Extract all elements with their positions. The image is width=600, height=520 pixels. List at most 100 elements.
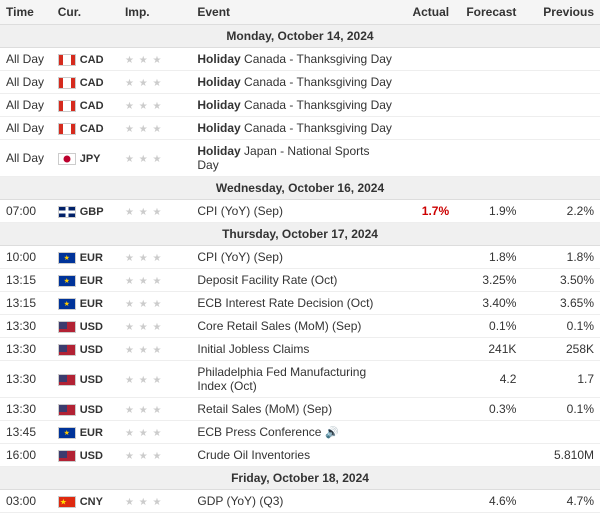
cell-currency: USD bbox=[52, 398, 119, 421]
cell-currency: GBP bbox=[52, 200, 119, 223]
cell-previous bbox=[522, 94, 600, 117]
cell-actual bbox=[398, 48, 455, 71]
section-header-row: Monday, October 14, 2024 bbox=[0, 25, 600, 48]
event-detail: Canada - Thanksgiving Day bbox=[244, 121, 392, 135]
gb-flag-icon bbox=[58, 206, 76, 218]
cell-currency: CAD bbox=[52, 71, 119, 94]
event-name: CPI (YoY) (Sep) bbox=[197, 204, 283, 218]
cell-actual bbox=[398, 71, 455, 94]
event-name: Holiday bbox=[197, 144, 240, 158]
us-flag-icon bbox=[58, 321, 76, 333]
cell-time: All Day bbox=[0, 94, 52, 117]
cell-forecast: 4.2 bbox=[455, 361, 522, 398]
cell-importance: ★ ★ ★ bbox=[119, 117, 191, 140]
cell-forecast bbox=[455, 48, 522, 71]
cell-currency: EUR bbox=[52, 269, 119, 292]
cell-time: 10:00 bbox=[0, 246, 52, 269]
cell-actual bbox=[398, 444, 455, 467]
cell-actual bbox=[398, 140, 455, 177]
cell-importance: ★ ★ ★ bbox=[119, 315, 191, 338]
cell-currency: EUR bbox=[52, 292, 119, 315]
cell-currency: CAD bbox=[52, 94, 119, 117]
cell-currency: JPY bbox=[52, 140, 119, 177]
table-row: 13:30USD★ ★ ★Initial Jobless Claims241K2… bbox=[0, 338, 600, 361]
eu-flag-icon bbox=[58, 298, 76, 310]
event-name: Philadelphia Fed Manufacturing Index (Oc… bbox=[197, 365, 366, 393]
cell-previous: 1.7 bbox=[522, 361, 600, 398]
cell-actual: 1.7% bbox=[398, 200, 455, 223]
cell-forecast: 0.3% bbox=[455, 398, 522, 421]
cell-currency: CAD bbox=[52, 117, 119, 140]
ca-flag-icon bbox=[58, 54, 76, 66]
cell-forecast bbox=[455, 140, 522, 177]
cell-time: 13:30 bbox=[0, 315, 52, 338]
importance-stars: ★ ★ ★ bbox=[125, 428, 162, 439]
cell-previous: 1.8% bbox=[522, 246, 600, 269]
cell-forecast bbox=[455, 71, 522, 94]
ca-flag-icon bbox=[58, 123, 76, 135]
currency-code: EUR bbox=[80, 427, 103, 439]
cell-event: Crude Oil Inventories bbox=[191, 444, 398, 467]
cell-time: 03:00 bbox=[0, 490, 52, 513]
cell-forecast: 3.25% bbox=[455, 269, 522, 292]
cell-time: 13:30 bbox=[0, 338, 52, 361]
section-header-row: Friday, October 18, 2024 bbox=[0, 467, 600, 490]
header-event: Event bbox=[191, 0, 398, 25]
cell-importance: ★ ★ ★ bbox=[119, 71, 191, 94]
cell-event: CPI (YoY) (Sep) bbox=[191, 246, 398, 269]
table-row: All DayCAD★ ★ ★Holiday Canada - Thanksgi… bbox=[0, 117, 600, 140]
cell-time: 13:45 bbox=[0, 421, 52, 444]
us-flag-icon bbox=[58, 404, 76, 416]
cell-event: ECB Press Conference🔊 bbox=[191, 421, 398, 444]
event-detail: Canada - Thanksgiving Day bbox=[244, 52, 392, 66]
currency-code: JPY bbox=[80, 153, 101, 165]
importance-stars: ★ ★ ★ bbox=[125, 299, 162, 310]
header-currency: Cur. bbox=[52, 0, 119, 25]
event-name: ECB Interest Rate Decision (Oct) bbox=[197, 296, 373, 310]
cell-importance: ★ ★ ★ bbox=[119, 269, 191, 292]
cell-event: Deposit Facility Rate (Oct) bbox=[191, 269, 398, 292]
cell-forecast: 4.6% bbox=[455, 490, 522, 513]
table-row: 13:45 EUR ★ ★ ★ ECB Press Conference🔊 bbox=[0, 421, 600, 444]
cell-forecast bbox=[455, 94, 522, 117]
cell-forecast: 0.1% bbox=[455, 315, 522, 338]
cell-actual bbox=[398, 246, 455, 269]
cell-currency: CNY bbox=[52, 490, 119, 513]
currency-code: EUR bbox=[80, 275, 103, 287]
currency-code: CAD bbox=[80, 100, 104, 112]
table-row: All DayCAD★ ★ ★Holiday Canada - Thanksgi… bbox=[0, 48, 600, 71]
cell-actual bbox=[398, 315, 455, 338]
cell-forecast bbox=[455, 117, 522, 140]
cell-importance: ★ ★ ★ bbox=[119, 292, 191, 315]
us-flag-icon bbox=[58, 450, 76, 462]
cell-currency: USD bbox=[52, 361, 119, 398]
cell-forecast bbox=[455, 421, 522, 444]
currency-code: EUR bbox=[80, 298, 103, 310]
table-row: 13:30USD★ ★ ★Philadelphia Fed Manufactur… bbox=[0, 361, 600, 398]
importance-stars: ★ ★ ★ bbox=[125, 497, 162, 508]
cell-time: 13:30 bbox=[0, 398, 52, 421]
importance-stars: ★ ★ ★ bbox=[125, 253, 162, 264]
cell-importance: ★ ★ ★ bbox=[119, 421, 191, 444]
jp-flag-icon bbox=[58, 153, 76, 165]
event-name: CPI (YoY) (Sep) bbox=[197, 250, 283, 264]
event-name: Initial Jobless Claims bbox=[197, 342, 309, 356]
ca-flag-icon bbox=[58, 77, 76, 89]
cell-importance: ★ ★ ★ bbox=[119, 398, 191, 421]
cell-time: All Day bbox=[0, 48, 52, 71]
cell-currency: CAD bbox=[52, 48, 119, 71]
table-row: 16:00USD★ ★ ★Crude Oil Inventories5.810M bbox=[0, 444, 600, 467]
table-row: 13:30USD★ ★ ★Retail Sales (MoM) (Sep)0.3… bbox=[0, 398, 600, 421]
currency-code: GBP bbox=[80, 206, 104, 218]
cell-event: CPI (YoY) (Sep) bbox=[191, 200, 398, 223]
cell-event: Philadelphia Fed Manufacturing Index (Oc… bbox=[191, 361, 398, 398]
cell-event: Holiday Canada - Thanksgiving Day bbox=[191, 117, 398, 140]
header-time: Time bbox=[0, 0, 52, 25]
table-row: 10:00EUR★ ★ ★CPI (YoY) (Sep)1.8%1.8% bbox=[0, 246, 600, 269]
cell-time: All Day bbox=[0, 71, 52, 94]
cell-time: 13:15 bbox=[0, 269, 52, 292]
table-row: 13:30USD★ ★ ★Core Retail Sales (MoM) (Se… bbox=[0, 315, 600, 338]
cell-actual bbox=[398, 398, 455, 421]
currency-code: CNY bbox=[80, 496, 103, 508]
cn-flag-icon bbox=[58, 496, 76, 508]
